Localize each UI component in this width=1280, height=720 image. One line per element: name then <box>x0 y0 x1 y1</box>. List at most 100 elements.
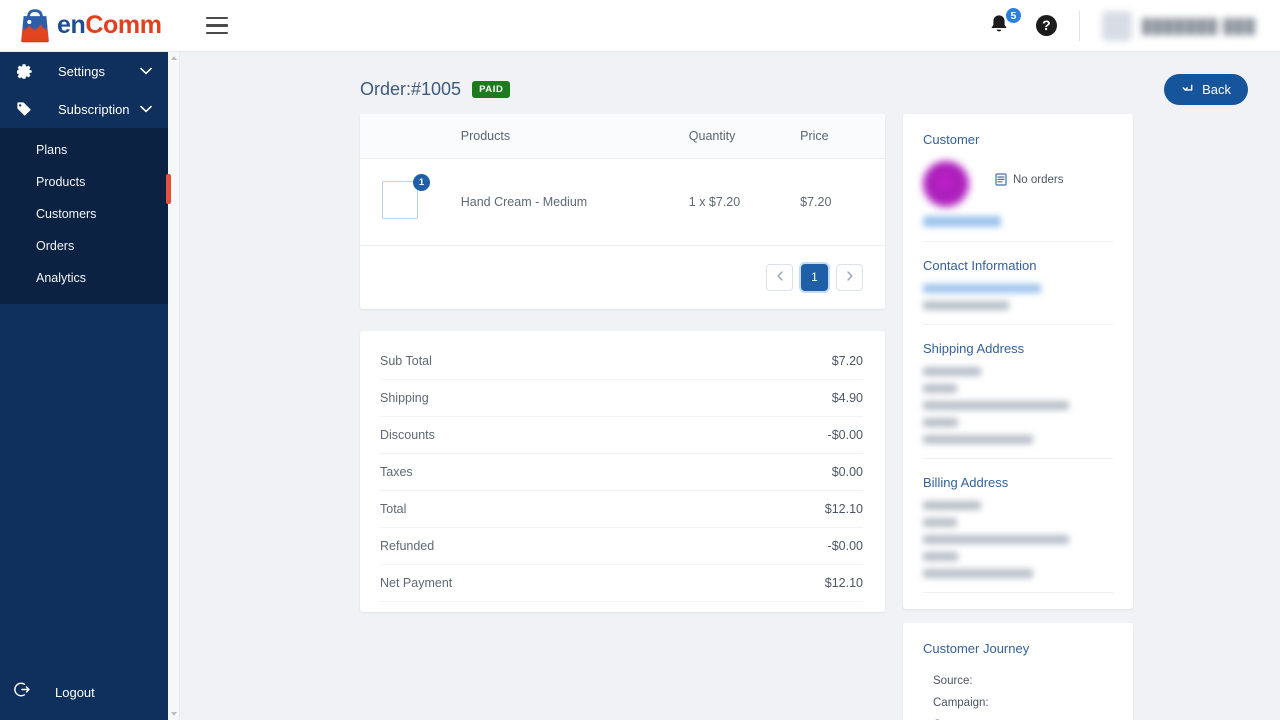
panel-divider <box>923 458 1113 459</box>
shopping-bag-icon <box>21 8 49 42</box>
gear-icon <box>14 63 34 79</box>
sidebar: Settings Subscription Plans Products Cus… <box>0 52 168 720</box>
billing-line <box>923 552 958 561</box>
sidebar-scroll-marker[interactable] <box>166 174 171 204</box>
pagination: 1 <box>360 246 885 291</box>
help-icon[interactable]: ? <box>1035 15 1057 36</box>
tag-icon <box>14 101 34 117</box>
products-table: Products Quantity Price 1 Hand Cream - M… <box>360 114 885 246</box>
billing-address-title: Billing Address <box>923 475 1009 490</box>
products-table-head: Products Quantity Price <box>360 114 885 159</box>
product-quantity: 1 x $7.20 <box>688 158 801 246</box>
sidebar-item-plans[interactable]: Plans <box>0 134 168 166</box>
pagination-page-1[interactable]: 1 <box>801 264 828 291</box>
logout-button[interactable]: Logout <box>0 672 168 712</box>
brand-name-part1: en <box>57 11 86 39</box>
billing-line <box>923 535 1069 544</box>
panel-divider <box>923 241 1113 242</box>
back-button[interactable]: Back <box>1164 73 1248 105</box>
sidebar-subitem-label: Customers <box>36 207 97 221</box>
total-label: Net Payment <box>380 576 453 590</box>
contact-phone-redacted <box>923 301 1009 310</box>
chevron-left-icon <box>777 271 783 281</box>
order-totals-card: Sub Total $7.20 Shipping $4.90 Discounts… <box>360 331 885 612</box>
avatar <box>1101 10 1132 41</box>
sidebar-item-settings[interactable]: Settings <box>0 52 168 90</box>
total-value: -$0.00 <box>827 428 863 442</box>
pagination-prev-button[interactable] <box>766 264 793 291</box>
order-list-icon <box>995 173 1007 186</box>
chevron-down-icon <box>140 62 154 80</box>
total-value: $0.00 <box>831 465 863 479</box>
sidebar-item-products[interactable]: Products <box>0 166 168 198</box>
brand-logo-link[interactable]: enComm <box>0 0 168 52</box>
status-badge: PAID <box>472 80 511 98</box>
sidebar-item-subscription[interactable]: Subscription <box>0 90 168 128</box>
customer-journey-card: Customer Journey Source: Campaign: Conte… <box>903 623 1133 720</box>
products-card: Products Quantity Price 1 Hand Cream - M… <box>360 114 885 309</box>
product-quantity-badge: 1 <box>413 174 430 191</box>
pagination-next-button[interactable] <box>836 264 863 291</box>
notifications-button[interactable]: 5 <box>988 6 1022 39</box>
sidebar-subitem-label: Plans <box>36 143 68 157</box>
sidebar-item-analytics[interactable]: Analytics <box>0 262 168 294</box>
total-row-shipping: Shipping $4.90 <box>380 380 863 417</box>
sidebar-item-orders[interactable]: Orders <box>0 230 168 262</box>
toolbar-divider <box>1078 10 1080 41</box>
content-columns: Products Quantity Price 1 Hand Cream - M… <box>180 104 1280 720</box>
customer-orders-status: No orders <box>995 173 1064 186</box>
product-name: Hand Cream - Medium <box>460 158 689 246</box>
customer-avatar <box>923 161 969 207</box>
notification-count-badge: 5 <box>1004 6 1022 24</box>
shipping-line <box>923 418 958 427</box>
total-row-taxes: Taxes $0.00 <box>380 454 863 491</box>
column-header-products: Products <box>460 114 689 159</box>
sidebar-group-subscription: Subscription Plans Products Customers Or… <box>0 90 168 304</box>
panel-divider <box>923 592 1113 593</box>
shipping-line <box>923 367 981 376</box>
contact-email-redacted[interactable] <box>923 284 1041 293</box>
column-header-price: Price <box>800 114 885 159</box>
billing-line <box>923 569 1033 578</box>
table-row: 1 Hand Cream - Medium 1 x $7.20 $7.20 <box>360 158 885 246</box>
return-arrow-icon <box>1182 84 1193 91</box>
customer-name-link[interactable] <box>923 216 1001 227</box>
sidebar-item-label: Subscription <box>58 101 130 117</box>
journey-row-content: Content: <box>923 714 1113 720</box>
sidebar-subitem-label: Analytics <box>36 271 87 285</box>
scroll-down-arrow-icon[interactable] <box>168 708 180 720</box>
product-price: $7.20 <box>800 158 885 246</box>
shipping-line <box>923 384 957 393</box>
page-header: Order:#1005 PAID Back <box>180 52 1280 105</box>
user-menu[interactable]: ███████ ███ <box>1101 10 1280 41</box>
total-label: Total <box>380 502 407 516</box>
total-value: -$0.00 <box>827 539 863 553</box>
top-bar-actions: 5 ? ███████ ███ <box>988 0 1280 52</box>
total-row-subtotal: Sub Total $7.20 <box>380 343 863 380</box>
total-label: Taxes <box>380 465 413 479</box>
total-label: Sub Total <box>380 354 432 368</box>
customer-journey-title: Customer Journey <box>923 641 1030 656</box>
sidebar-submenu: Plans Products Customers Orders Analytic… <box>0 128 168 304</box>
sidebar-subitem-label: Products <box>36 175 86 189</box>
page-scrollbar[interactable] <box>168 52 180 720</box>
scroll-up-arrow-icon[interactable] <box>168 52 180 64</box>
hamburger-menu-icon[interactable] <box>206 16 228 35</box>
total-row-net-payment: Net Payment $12.10 <box>380 565 863 602</box>
top-bar: enComm 5 ? ███████ ███ <box>0 0 1280 52</box>
chevron-down-icon <box>140 100 154 118</box>
total-value: $7.20 <box>831 354 863 368</box>
table-header-row: Products Quantity Price <box>360 114 885 159</box>
sidebar-spacer <box>0 304 168 672</box>
main-content: Order:#1005 PAID Back Products Quantity … <box>180 52 1280 720</box>
sidebar-group-settings: Settings <box>0 52 168 90</box>
sidebar-item-customers[interactable]: Customers <box>0 198 168 230</box>
journey-row-source: Source: <box>933 675 973 687</box>
page-title: Order:#1005 <box>360 78 462 99</box>
product-image-placeholder[interactable]: 1 <box>382 174 430 223</box>
user-name: ███████ ███ <box>1141 17 1256 34</box>
product-image-frame <box>382 181 418 219</box>
chevron-right-icon <box>846 271 852 281</box>
total-label: Shipping <box>380 391 429 405</box>
total-value: $12.10 <box>824 576 863 590</box>
